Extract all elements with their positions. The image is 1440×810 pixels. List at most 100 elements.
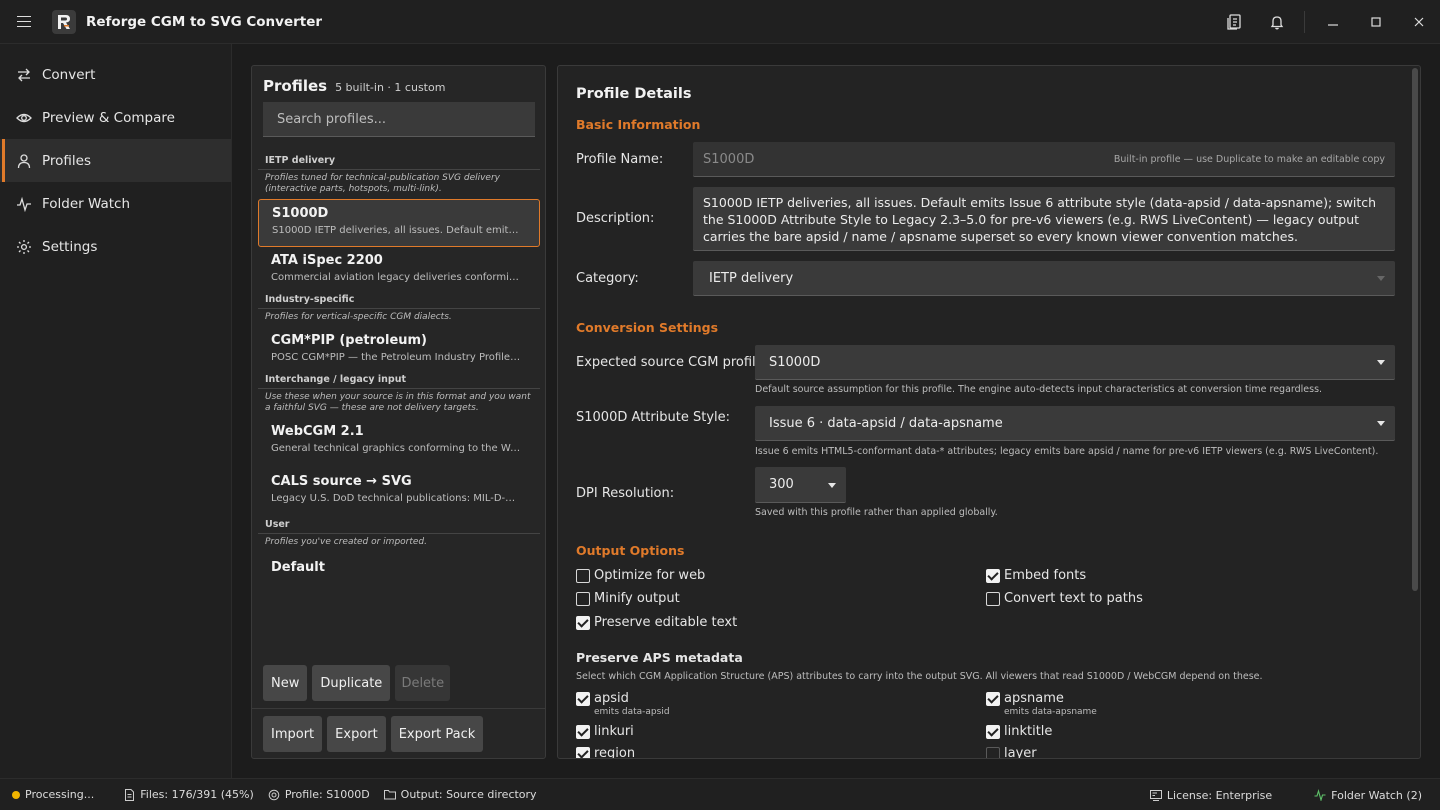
titlebar-divider bbox=[1304, 11, 1305, 33]
status-output: Output: Source directory bbox=[383, 788, 537, 801]
profile-name: ATA iSpec 2200 bbox=[271, 253, 383, 268]
profile-item-webcgm[interactable]: WebCGM 2.1 General technical graphics co… bbox=[258, 418, 540, 468]
sidebar-item-preview-compare[interactable]: Preview & Compare bbox=[0, 96, 231, 139]
checkbox-box bbox=[986, 724, 1000, 739]
aps-region-checkbox[interactable]: region bbox=[576, 746, 635, 758]
title-bar: Reforge CGM to SVG Converter bbox=[0, 0, 1440, 44]
checkbox-label: Minify output bbox=[594, 591, 680, 606]
source-profile-select[interactable]: S1000D bbox=[755, 345, 1395, 380]
profile-item-cgm-pip[interactable]: CGM*PIP (petroleum) POSC CGM*PIP — the P… bbox=[258, 327, 540, 373]
details-title: Profile Details bbox=[576, 86, 692, 102]
profile-name: CALS source → SVG bbox=[271, 474, 412, 489]
documents-icon[interactable] bbox=[1212, 0, 1255, 44]
scrollbar[interactable] bbox=[1412, 68, 1418, 591]
aps-title: Preserve APS metadata bbox=[576, 650, 743, 665]
group-title: User bbox=[265, 519, 290, 530]
checkbox-label: Convert text to paths bbox=[1004, 591, 1143, 606]
apsid-hint: emits data-apsid bbox=[594, 707, 670, 717]
new-button[interactable]: New bbox=[263, 665, 308, 701]
app-title: Reforge CGM to SVG Converter bbox=[86, 13, 323, 30]
export-pack-button[interactable]: Export Pack bbox=[390, 716, 484, 752]
search-input[interactable]: Search profiles... bbox=[263, 102, 535, 137]
profile-name-note: Built-in profile — use Duplicate to make… bbox=[1113, 153, 1385, 165]
group-desc: Profiles tuned for technical-publication… bbox=[265, 173, 500, 194]
aps-hint: Select which CGM Application Structure (… bbox=[576, 671, 1263, 682]
chevron-down-icon bbox=[1377, 360, 1385, 365]
sidebar-item-profiles[interactable]: Profiles bbox=[0, 139, 231, 182]
gear-icon bbox=[268, 789, 280, 801]
preserve-text-checkbox[interactable]: Preserve editable text bbox=[576, 615, 737, 630]
category-select[interactable]: IETP delivery bbox=[693, 261, 1395, 296]
delete-button[interactable]: Delete bbox=[395, 665, 451, 701]
profile-desc: General technical graphics conforming to… bbox=[271, 443, 521, 454]
status-processing: Processing... bbox=[12, 788, 94, 801]
checkbox-label: linktitle bbox=[1004, 724, 1053, 739]
sidebar-item-label: Settings bbox=[42, 238, 98, 255]
menu-icon[interactable] bbox=[0, 0, 48, 44]
profiles-title: Profiles bbox=[263, 77, 328, 95]
category-label: Category: bbox=[576, 271, 639, 286]
profile-item-cals[interactable]: CALS source → SVG Legacy U.S. DoD techni… bbox=[258, 468, 540, 518]
sidebar-item-label: Preview & Compare bbox=[42, 109, 175, 126]
sidebar-item-settings[interactable]: Settings bbox=[0, 225, 231, 268]
person-icon bbox=[16, 153, 32, 169]
profile-item-s1000d[interactable]: S1000D S1000D IETP deliveries, all issue… bbox=[258, 199, 540, 247]
profile-name: Default bbox=[271, 560, 325, 575]
group-title: Interchange / legacy input bbox=[265, 374, 407, 385]
profile-name: S1000D bbox=[272, 206, 329, 221]
status-license[interactable]: License: Enterprise bbox=[1149, 789, 1272, 802]
aps-apsname-checkbox[interactable]: apsname bbox=[986, 691, 1064, 706]
status-bar: Processing... Files: 176/391 (45%) Profi… bbox=[0, 778, 1440, 810]
aps-apsid-checkbox[interactable]: apsid bbox=[576, 691, 629, 706]
sidebar-item-label: Folder Watch bbox=[42, 195, 131, 212]
dpi-value: 300 bbox=[769, 477, 794, 492]
aps-linktitle-checkbox[interactable]: linktitle bbox=[986, 724, 1052, 739]
panel-divider bbox=[252, 708, 545, 709]
sidebar-item-convert[interactable]: Convert bbox=[0, 53, 231, 96]
close-icon[interactable] bbox=[1397, 0, 1440, 44]
profile-desc: Legacy U.S. DoD technical publications: … bbox=[271, 493, 521, 504]
status-folder-watch-text: Folder Watch (2) bbox=[1331, 788, 1422, 802]
chevron-down-icon bbox=[1377, 276, 1385, 281]
profile-item-default[interactable]: Default bbox=[258, 552, 540, 600]
profile-desc: S1000D IETP deliveries, all issues. Defa… bbox=[272, 225, 522, 236]
optimize-web-checkbox[interactable]: Optimize for web bbox=[576, 568, 705, 583]
checkbox-box bbox=[576, 568, 590, 583]
checkbox-label: Embed fonts bbox=[1004, 568, 1087, 583]
checkbox-label: apsname bbox=[1004, 691, 1064, 706]
sidebar-item-label: Convert bbox=[42, 66, 96, 83]
aps-layer-checkbox[interactable]: layer bbox=[986, 746, 1037, 758]
folder-icon bbox=[383, 789, 396, 800]
dpi-select[interactable]: 300 bbox=[755, 467, 846, 503]
profile-desc: POSC CGM*PIP — the Petroleum Industry Pr… bbox=[271, 352, 521, 363]
attr-style-value: Issue 6 · data-apsid / data-apsname bbox=[769, 415, 1003, 431]
dpi-hint: Saved with this profile rather than appl… bbox=[755, 507, 998, 518]
import-button[interactable]: Import bbox=[263, 716, 323, 752]
checkbox-label: Optimize for web bbox=[594, 568, 706, 583]
bell-icon[interactable] bbox=[1255, 0, 1298, 44]
maximize-icon[interactable] bbox=[1354, 0, 1397, 44]
category-value: IETP delivery bbox=[709, 270, 794, 286]
minify-output-checkbox[interactable]: Minify output bbox=[576, 591, 680, 606]
status-profile-text: Profile: S1000D bbox=[284, 788, 370, 801]
eye-icon bbox=[16, 110, 32, 126]
profiles-count: 5 built-in · 1 custom bbox=[335, 81, 446, 94]
checkbox-label: Preserve editable text bbox=[594, 615, 738, 630]
text-to-paths-checkbox[interactable]: Convert text to paths bbox=[986, 591, 1143, 606]
embed-fonts-checkbox[interactable]: Embed fonts bbox=[986, 568, 1086, 583]
description-field[interactable]: S1000D IETP deliveries, all issues. Defa… bbox=[693, 187, 1395, 251]
profile-name-field[interactable]: S1000D Built-in profile — use Duplicate … bbox=[693, 142, 1395, 177]
profile-item-ata-ispec[interactable]: ATA iSpec 2200 Commercial aviation legac… bbox=[258, 247, 540, 293]
attr-style-select[interactable]: Issue 6 · data-apsid / data-apsname bbox=[755, 406, 1395, 441]
source-profile-label-wrap: Expected source CGM profile: bbox=[576, 355, 782, 370]
minimize-icon[interactable] bbox=[1311, 0, 1354, 44]
aps-linkuri-checkbox[interactable]: linkuri bbox=[576, 724, 634, 739]
export-button[interactable]: Export bbox=[327, 716, 386, 752]
status-folder-watch[interactable]: Folder Watch (2) bbox=[1314, 789, 1422, 802]
app-logo bbox=[52, 9, 76, 34]
sidebar-item-folder-watch[interactable]: Folder Watch bbox=[0, 182, 231, 225]
dpi-label: DPI Resolution: bbox=[576, 486, 675, 501]
duplicate-button[interactable]: Duplicate bbox=[312, 665, 391, 701]
section-basic-info: Basic Information bbox=[576, 117, 701, 132]
checkbox-box bbox=[576, 591, 590, 606]
